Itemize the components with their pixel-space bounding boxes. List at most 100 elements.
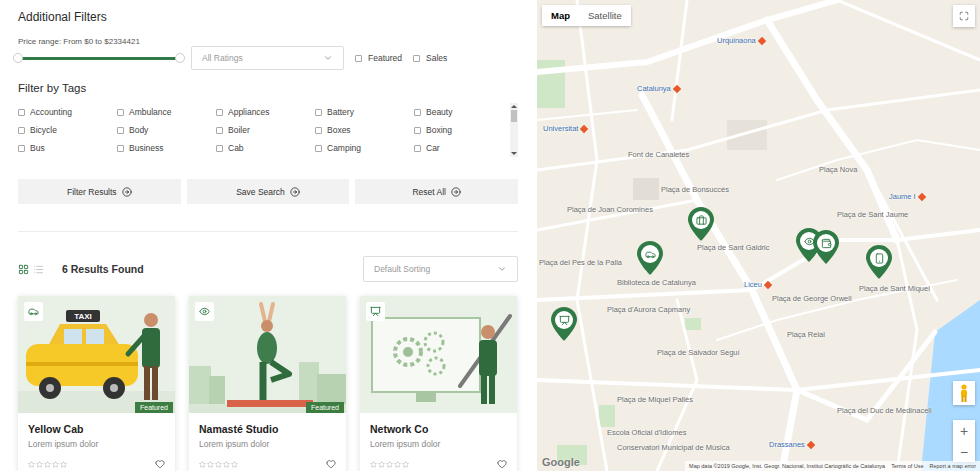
scroll-down-icon[interactable]: [511, 152, 517, 155]
place-label[interactable]: Biblioteca de Catalunya: [617, 278, 696, 287]
card-footer: [28, 459, 165, 469]
listing-card[interactable]: Network CoLorem ipsum dolor: [360, 296, 517, 471]
slider-handle-low[interactable]: [13, 53, 23, 63]
scroll-up-icon[interactable]: [511, 105, 517, 108]
tag-checkbox[interactable]: Camping: [315, 139, 414, 157]
tag-checkbox[interactable]: Body: [117, 121, 216, 139]
place-label[interactable]: Plaça del Pes de la Palla: [539, 258, 622, 267]
zoom-out-button[interactable]: −: [953, 441, 975, 462]
action-button[interactable]: Reset All: [355, 179, 518, 204]
card-image: [360, 296, 517, 413]
star-icon: [223, 461, 230, 468]
tag-checkbox[interactable]: Bus: [18, 139, 117, 157]
place-label[interactable]: Plaça de Miquel Pallès: [617, 395, 693, 404]
checkbox-box: [414, 145, 421, 152]
favorite-button[interactable]: [326, 459, 336, 469]
place-label[interactable]: Plaça de Joan Coromines: [567, 205, 653, 214]
street-view-button[interactable]: [953, 381, 975, 405]
metro-label[interactable]: Catalunya: [637, 84, 680, 93]
star-icon: [60, 461, 67, 468]
divider: [18, 231, 518, 232]
card-body: Yellow CabLorem ipsum dolor: [18, 413, 175, 471]
listing-card[interactable]: FeaturedNamasté StudioLorem ipsum dolor: [189, 296, 346, 471]
tag-checkbox[interactable]: Bicycle: [18, 121, 117, 139]
place-label[interactable]: Plaça Nova: [819, 165, 857, 174]
sort-value: Default Sorting: [374, 264, 430, 274]
filter-row: Price range: From $0 to $2334421All Rati…: [18, 36, 518, 70]
tag-label: Bicycle: [30, 125, 57, 135]
map-type-tab[interactable]: Satellite: [579, 5, 631, 26]
grid-view-button[interactable]: [18, 264, 29, 275]
tag-checkbox[interactable]: Boiler: [216, 121, 315, 139]
sort-select[interactable]: Default Sorting: [363, 256, 518, 282]
tag-checkbox[interactable]: Boxing: [414, 121, 510, 139]
map-pin[interactable]: [866, 245, 892, 279]
label-text: Biblioteca de Catalunya: [617, 278, 696, 287]
tag-checkbox[interactable]: Appliances: [216, 103, 315, 121]
tag-checkbox[interactable]: Accounting: [18, 103, 117, 121]
place-label[interactable]: Conservatori Municipal de Música: [617, 443, 730, 452]
network-icon: [559, 315, 570, 326]
map-pin[interactable]: [551, 307, 577, 341]
tag-checkbox[interactable]: Cab: [216, 139, 315, 157]
action-button[interactable]: Filter Results: [18, 179, 181, 204]
metro-label[interactable]: Liceu: [744, 280, 771, 289]
metro-label[interactable]: Urquinaona: [717, 36, 765, 45]
listing-card[interactable]: TAXIFeaturedYellow CabLorem ipsum dolor: [18, 296, 175, 471]
tag-checkbox[interactable]: Battery: [315, 103, 414, 121]
metro-label[interactable]: Jaume I: [889, 192, 925, 201]
place-label[interactable]: Plaça Reial: [787, 330, 825, 339]
place-label[interactable]: Plaça de Salvador Seguí: [657, 348, 740, 357]
action-button[interactable]: Save Search: [187, 179, 350, 204]
price-slider[interactable]: [18, 57, 180, 60]
metro-icon: [917, 192, 925, 200]
tags-scrollbar[interactable]: [510, 103, 518, 157]
card-title: Namasté Studio: [199, 423, 336, 436]
metro-label[interactable]: Universitat: [543, 124, 587, 133]
place-label[interactable]: Plaça de George Orwell: [772, 294, 852, 303]
scroll-thumb[interactable]: [511, 110, 517, 122]
tag-checkbox[interactable]: Ambulance: [117, 103, 216, 121]
option-checkbox[interactable]: Featured: [355, 53, 402, 63]
option-label: Sales: [426, 53, 447, 63]
action-label: Save Search: [236, 187, 285, 197]
svg-text:TAXI: TAXI: [74, 312, 92, 321]
tag-checkbox[interactable]: Car: [414, 139, 510, 157]
list-view-button[interactable]: [33, 264, 44, 275]
place-label[interactable]: Plaça de Sant Galdric: [697, 243, 770, 252]
place-label[interactable]: Plaça del Duc de Medinaceli: [837, 406, 932, 415]
rating-select[interactable]: All Ratings: [191, 46, 344, 70]
heart-icon: [326, 459, 336, 469]
attribution-link[interactable]: Report a map error: [930, 462, 976, 470]
favorite-button[interactable]: [155, 459, 165, 469]
map-type-tab[interactable]: Map: [542, 5, 579, 26]
fullscreen-button[interactable]: [953, 5, 975, 27]
tags-grid: AccountingAmbulanceAppliancesBatteryBeau…: [18, 103, 510, 157]
tag-checkbox[interactable]: Business: [117, 139, 216, 157]
metro-label[interactable]: Drassanes: [769, 440, 814, 449]
attribution-link[interactable]: Terms of Use: [891, 462, 923, 470]
slider-handle-high[interactable]: [175, 53, 185, 63]
tag-label: Boxing: [426, 125, 452, 135]
map-pin[interactable]: [688, 207, 714, 241]
checkbox-box: [18, 127, 25, 134]
tag-checkbox[interactable]: Beauty: [414, 103, 510, 121]
option-label: Featured: [368, 53, 402, 63]
checkbox-box: [315, 145, 322, 152]
place-label[interactable]: Font de Canaletes: [628, 150, 689, 159]
place-label[interactable]: Plaça de Sant Jaume: [837, 210, 908, 219]
favorite-button[interactable]: [497, 459, 507, 469]
map[interactable]: Urquinaona Catalunya Universitat Font de Ca…: [537, 0, 980, 471]
zoom-controls: +−: [953, 420, 975, 462]
place-label[interactable]: Plaça de Bonsuccés: [661, 185, 729, 194]
place-label[interactable]: Plaça de Sant Miquel: [859, 284, 930, 293]
tag-checkbox[interactable]: Boxes: [315, 121, 414, 139]
place-label[interactable]: Plaça d'Aurora Capmany: [607, 305, 690, 314]
zoom-in-button[interactable]: +: [953, 420, 975, 441]
tag-label: Business: [129, 143, 164, 153]
option-checkbox[interactable]: Sales: [413, 53, 447, 63]
metro-icon: [758, 36, 766, 44]
map-pin[interactable]: [637, 241, 663, 275]
place-label[interactable]: Escola Oficial d'Idiomes: [607, 428, 686, 437]
map-pin[interactable]: [813, 230, 839, 264]
